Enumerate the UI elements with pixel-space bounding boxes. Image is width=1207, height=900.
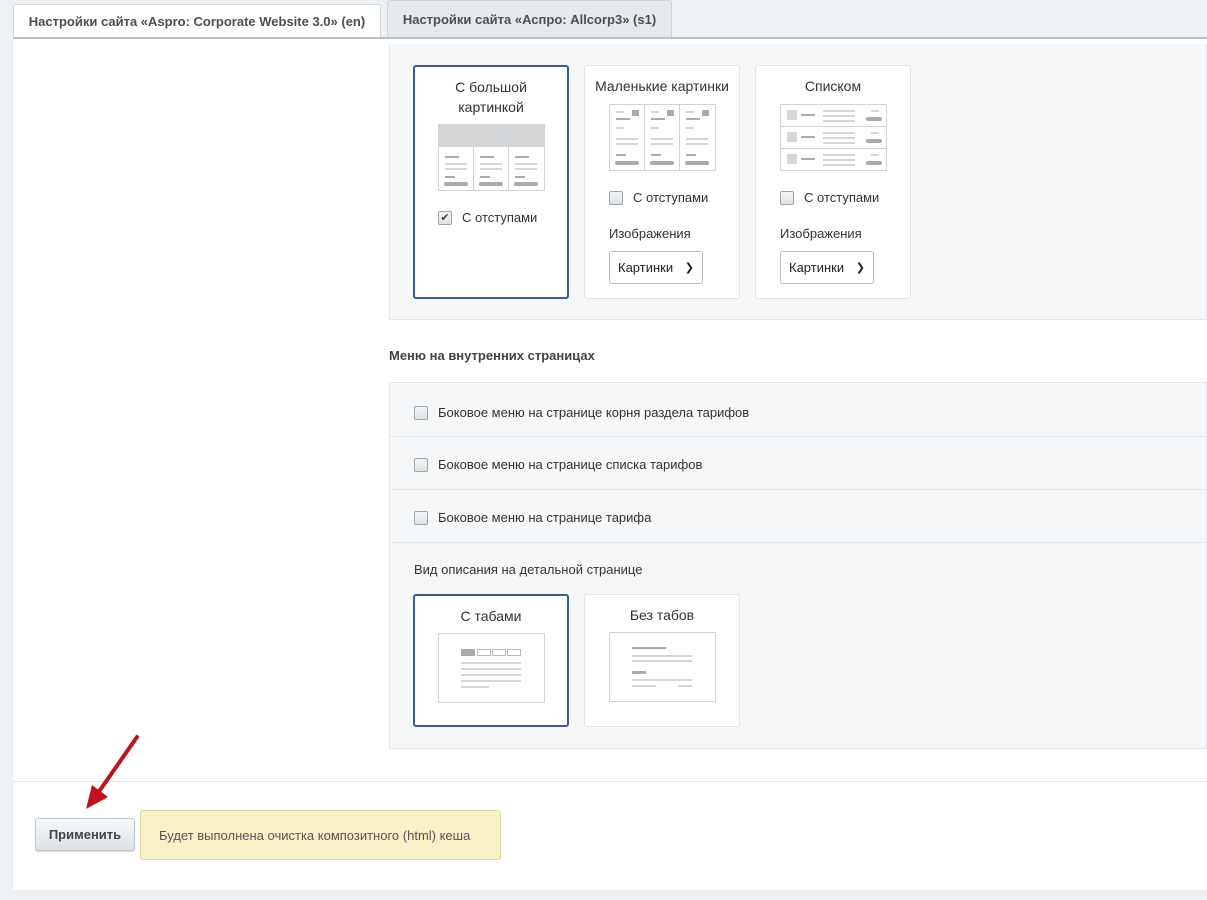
view-card-big-image[interactable]: С большой картинкой ✔ С отступами xyxy=(413,65,569,299)
detail-card-no-tabs[interactable]: Без табов xyxy=(584,594,740,727)
detail-card-title: С табами xyxy=(460,608,522,624)
big-image-preview-icon xyxy=(438,124,545,191)
view-card-title: Списком xyxy=(804,78,862,94)
images-select[interactable]: Картинки ❯ xyxy=(780,251,874,284)
list-preview-icon xyxy=(780,104,887,171)
view-card-title: Маленькие картинки xyxy=(595,78,729,94)
detail-card-tabs[interactable]: С табами xyxy=(413,594,569,727)
cache-notice: Будет выполнена очистка композитного (ht… xyxy=(140,810,501,860)
annotation-arrow-icon xyxy=(86,735,139,809)
inner-menu-title: Меню на внутренних страницах xyxy=(389,348,595,363)
detail-view-label: Вид описания на детальной странице xyxy=(414,562,643,577)
images-select[interactable]: Картинки ❯ xyxy=(609,251,703,284)
images-label: Изображения xyxy=(780,226,862,241)
detail-card-title: Без табов xyxy=(629,607,695,623)
view-card-title: С большой картинкой xyxy=(455,79,527,115)
chevron-down-icon: ❯ xyxy=(684,262,694,274)
checkbox-unchecked-icon[interactable] xyxy=(414,457,428,472)
checkbox-unchecked-icon[interactable] xyxy=(609,190,623,205)
list-padding-checkbox[interactable]: С отступами xyxy=(780,190,879,205)
small-images-preview-icon xyxy=(609,104,716,171)
inner-menu-row: Боковое меню на странице тарифа xyxy=(389,490,1207,543)
no-tabs-preview-icon xyxy=(609,632,716,702)
checkbox-checked-icon[interactable]: ✔ xyxy=(438,210,452,225)
view-card-small-images[interactable]: Маленькие картинки С отступами Изображен… xyxy=(584,65,740,299)
view-card-list[interactable]: Списком С отступами Изображения Картинки… xyxy=(755,65,911,299)
tab-site-en[interactable]: Настройки сайта «Aspro: Corporate Websit… xyxy=(13,4,381,37)
menu-root-checkbox[interactable]: Боковое меню на странице корня раздела т… xyxy=(414,405,749,420)
inner-menu-row: Боковое меню на странице корня раздела т… xyxy=(389,382,1207,437)
footer-divider xyxy=(13,781,1207,782)
big-image-padding-checkbox[interactable]: ✔ С отступами xyxy=(438,210,537,225)
apply-button[interactable]: Применить xyxy=(35,818,135,851)
chevron-down-icon: ❯ xyxy=(855,262,865,274)
tabs-preview-icon xyxy=(438,633,545,703)
checkbox-unchecked-icon[interactable] xyxy=(414,510,428,525)
small-images-padding-checkbox[interactable]: С отступами xyxy=(609,190,708,205)
inner-menu-row: Боковое меню на странице списка тарифов xyxy=(389,437,1207,490)
tab-site-s1[interactable]: Настройки сайта «Аспро: Allcorp3» (s1) xyxy=(387,0,672,38)
menu-list-checkbox[interactable]: Боковое меню на странице списка тарифов xyxy=(414,457,702,472)
tab-bar: Настройки сайта «Aspro: Corporate Websit… xyxy=(0,0,1207,38)
menu-detail-checkbox[interactable]: Боковое меню на странице тарифа xyxy=(414,510,651,525)
images-label: Изображения xyxy=(609,226,691,241)
checkbox-unchecked-icon[interactable] xyxy=(780,190,794,205)
checkbox-unchecked-icon[interactable] xyxy=(414,405,428,420)
